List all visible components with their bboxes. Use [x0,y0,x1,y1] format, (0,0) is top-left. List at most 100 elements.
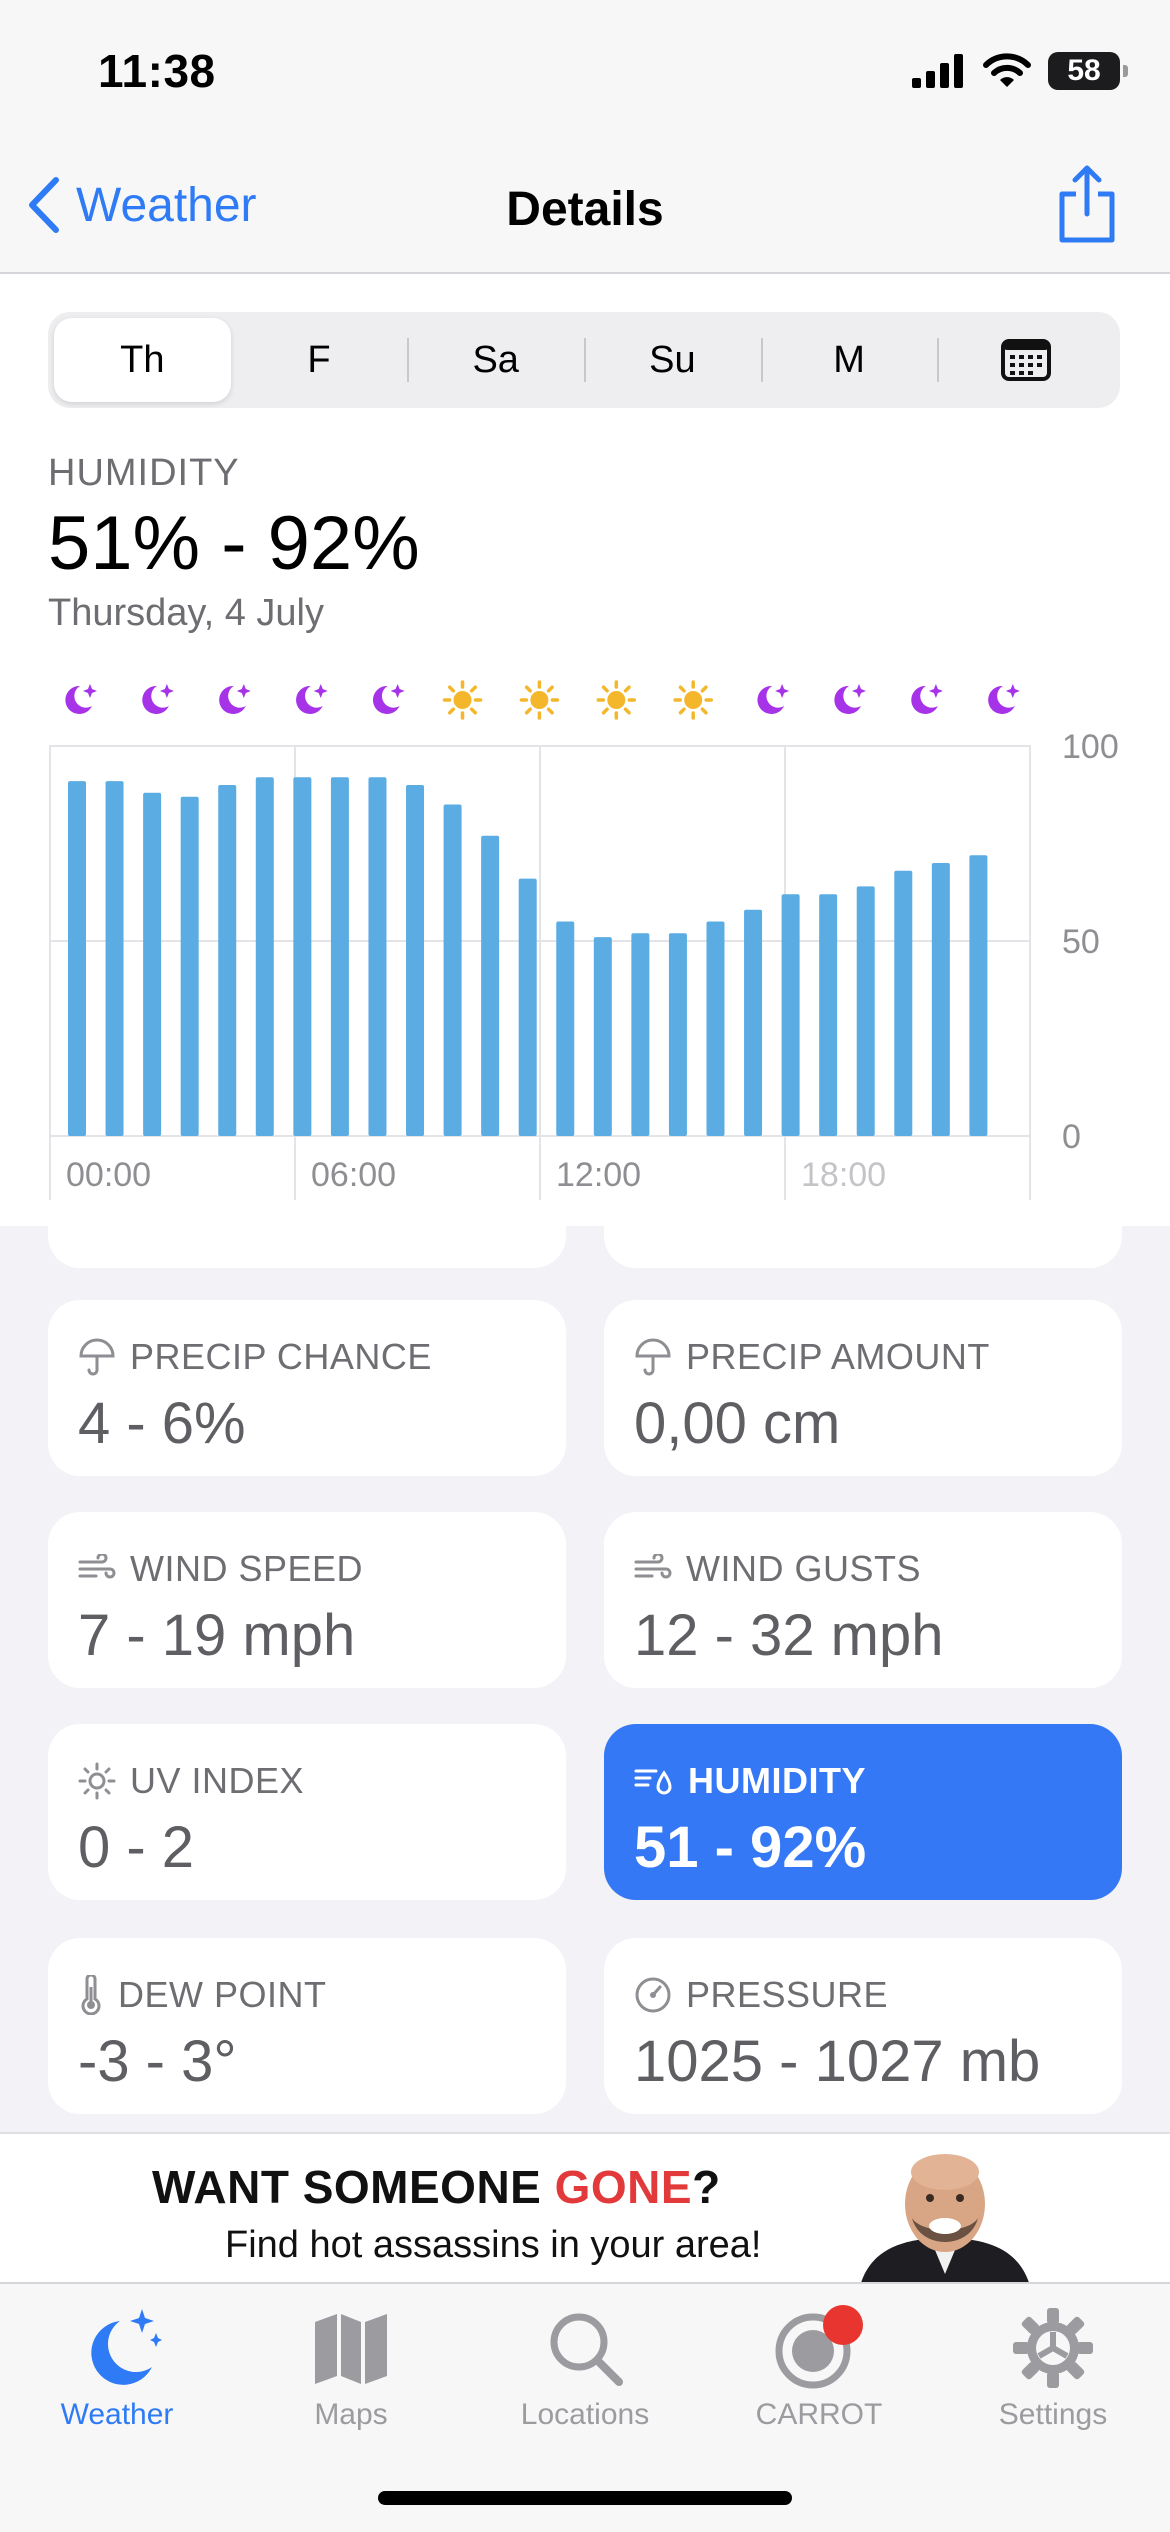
pressure-card[interactable]: PRESSURE 1025 - 1027 mb [604,1938,1122,2114]
card-label-text: PRECIP AMOUNT [686,1336,990,1377]
humidity-bar [593,937,612,1136]
navigation-bar: Weather Details [0,150,1170,274]
star-icon [236,684,251,698]
star-icon [390,684,405,698]
status-bar: 11:38 58 [0,0,1170,150]
precip-amount-card[interactable]: PRECIP AMOUNT 0,00 cm [604,1300,1122,1476]
sun-ray [678,685,686,693]
card-partial[interactable] [48,1226,566,1268]
tab-sunday[interactable]: Su [584,318,761,402]
card-label-text: PRECIP CHANCE [130,1336,432,1377]
y-tick-label: 50 [1062,923,1100,961]
card-label: WIND SPEED [78,1548,363,1590]
tab-weather[interactable]: Weather [0,2298,234,2432]
card-label: UV INDEX [78,1760,304,1802]
gear-icon [1013,2308,1093,2388]
calendar-icon [1000,339,1051,381]
sun-ray [601,685,609,693]
card-label: PRECIP AMOUNT [634,1336,990,1378]
card-label-text: HUMIDITY [688,1760,866,1801]
card-label: PRESSURE [634,1974,888,2016]
sun-ray [524,685,532,693]
tab-label: Settings [998,2398,1108,2431]
card-partial[interactable] [604,1226,1122,1268]
tab-locations[interactable]: Locations [468,2298,702,2432]
humidity-bar [856,886,875,1136]
humidity-bar [143,792,162,1136]
x-tick-label: 12:00 [556,1156,641,1194]
sun-ray [524,707,532,715]
tab-calendar[interactable] [937,318,1114,402]
sun-ray [469,707,477,715]
card-label: PRECIP CHANCE [78,1336,432,1378]
search-icon [550,2313,623,2386]
tab-carrot[interactable]: CARROT [702,2298,936,2432]
detail-panel: Th F Sa Su M HUMIDITY 51% - 92% Thursday… [0,274,1170,1226]
humidity-bar [931,863,950,1136]
star-icon [159,684,174,698]
dew-point-card[interactable]: DEW POINT -3 - 3° [48,1938,566,2114]
card-value: 12 - 32 mph [634,1603,944,1668]
tab-saturday[interactable]: Sa [407,318,584,402]
share-icon [1059,165,1115,243]
details-grid: PRECIP CHANCE 4 - 6% PRECIP AMOUNT 0,00 cm W… [0,1226,1170,2132]
sun-ray [623,685,631,693]
wind-icon [634,1554,672,1584]
tab-friday[interactable]: F [231,318,408,402]
battery-icon: 58 [1048,52,1128,90]
humidity-card[interactable]: HUMIDITY 51 - 92% [604,1724,1122,1900]
star-icon [1005,684,1020,698]
humidity-bar [180,796,199,1136]
home-indicator[interactable] [378,2491,792,2505]
card-label: WIND GUSTS [634,1548,921,1590]
y-tick-label: 0 [1062,1118,1081,1156]
share-button[interactable] [1056,164,1118,249]
card-label: DEW POINT [78,1974,327,2016]
card-value: 51 - 92% [634,1815,867,1880]
humidity-bar [368,777,387,1136]
humidity-icon [634,1765,674,1797]
sun-ray [448,685,456,693]
star-icon [852,684,866,698]
tab-label: Locations [520,2398,650,2431]
x-tick-label: 00:00 [66,1156,151,1194]
humidity-bar [706,921,725,1136]
sun-icon [78,1762,116,1800]
wind-icon [78,1554,116,1584]
humidity-bar [518,878,537,1136]
card-label-text: UV INDEX [130,1760,305,1801]
humidity-bar [406,785,425,1136]
star-icon [928,684,943,698]
ad-banner[interactable]: WANT SOMEONE GONE? Find hot assassins in… [0,2132,1170,2282]
sun-ray [601,707,609,715]
ad-photo [861,2154,1029,2282]
ad-subline: Find hot assassins in your area! [225,2224,762,2266]
card-label-text: PRESSURE [686,1974,889,2015]
tab-maps[interactable]: Maps [234,2298,468,2432]
card-value: 4 - 6% [78,1391,246,1456]
sun-icon [684,691,703,709]
humidity-bar [969,855,988,1136]
wind-speed-card[interactable]: WIND SPEED 7 - 19 mph [48,1512,566,1688]
humidity-bar [68,781,86,1136]
sun-icon [530,691,549,709]
wind-gusts-card[interactable]: WIND GUSTS 12 - 32 mph [604,1512,1122,1688]
status-time: 11:38 [98,45,216,97]
precip-chance-card[interactable]: PRECIP CHANCE 4 - 6% [48,1300,566,1476]
x-tick-label: 06:00 [311,1156,396,1194]
tab-label: Weather [60,2398,174,2431]
humidity-bar [744,909,763,1136]
card-label-text: DEW POINT [118,1974,327,2015]
tab-monday[interactable]: M [760,318,938,402]
umbrella-icon [634,1338,672,1376]
card-label: HUMIDITY [634,1760,866,1802]
ad-headline: WANT SOMEONE GONE? [152,2161,721,2213]
card-value: -3 - 3° [78,2029,237,2094]
gauge-icon [634,1976,672,2014]
humidity-bar [293,777,312,1136]
uv-index-card[interactable]: UV INDEX 0 - 2 [48,1724,566,1900]
sun-ray [623,707,631,715]
tab-settings[interactable]: Settings [936,2298,1170,2432]
metric-range: 51% - 92% [48,501,420,586]
tab-thursday[interactable]: Th [54,318,231,402]
